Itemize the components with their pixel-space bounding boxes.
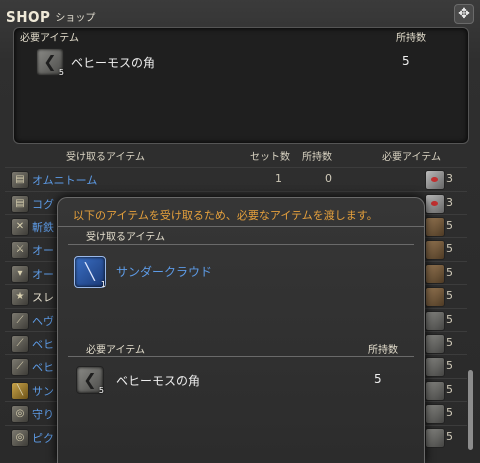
col-set: セット数 [250, 152, 290, 163]
list-item-required: 5 [446, 383, 453, 396]
required-items-panel: 必要アイテム 所持数 ❮ 5 ベヒーモスの角 5 [13, 27, 469, 144]
list-item-name: オムニトーム [32, 174, 98, 187]
list-item-required: 3 [446, 172, 453, 185]
list-item-required: 5 [446, 313, 453, 326]
material-icon [425, 240, 445, 260]
staff-icon[interactable]: ╲ 1 [74, 256, 106, 289]
dialog-owned-header: 所持数 [368, 345, 398, 356]
required-item-owned: 5 [374, 372, 382, 386]
list-item-required: 5 [446, 336, 453, 349]
list-item-name: スレ [32, 291, 54, 304]
required-item-header: 必要アイテム [20, 33, 79, 44]
receive-item-name: サンダークラウド [116, 265, 213, 279]
list-item-required: 5 [446, 266, 453, 279]
required-item-name: ベヒーモスの角 [71, 56, 156, 70]
divider [58, 226, 424, 227]
list-item-name: 斬鉄 [32, 221, 54, 234]
staff-icon: ╲ [11, 382, 29, 400]
list-item-required: 5 [446, 289, 453, 302]
weapon-icon: ⟋ [11, 335, 29, 353]
horn-icon[interactable]: ❮ 5 [76, 366, 104, 395]
list-item-required: 5 [446, 359, 453, 372]
dialog-receive-header: 受け取るアイテム [86, 232, 165, 243]
list-item-required: 5 [446, 219, 453, 232]
weapon-icon: ⟋ [11, 312, 29, 330]
horn-icon [425, 334, 445, 354]
list-item-name: 守り [32, 408, 54, 421]
item-count: 5 [98, 386, 104, 395]
list-item-name: ヘヴ [32, 315, 54, 328]
dialog-required-header: 必要アイテム [86, 345, 145, 356]
list-item-name: ベヒ [32, 361, 54, 374]
list-item-name: ピク [32, 432, 54, 445]
list-item-required: 5 [446, 430, 453, 443]
item-count: 5 [58, 68, 64, 77]
weapon-icon: ⚔ [11, 241, 29, 259]
close-icon[interactable]: ✥ [454, 4, 474, 24]
book-icon: ▤ [11, 171, 29, 189]
scrollbar[interactable] [468, 370, 473, 450]
star-icon: ★ [11, 288, 29, 306]
horn-icon [425, 357, 445, 377]
list-item-set: 1 [275, 172, 282, 185]
required-item-name: ベヒーモスの角 [116, 374, 201, 388]
material-icon [425, 217, 445, 237]
item-count: 1 [100, 280, 106, 289]
list-item-required: 5 [446, 242, 453, 255]
owned-header: 所持数 [396, 33, 426, 44]
divider [68, 244, 414, 245]
ring-icon: ◎ [11, 429, 29, 447]
window-title: SHOP [6, 8, 51, 26]
list-item-name: オー [32, 268, 54, 281]
armor-icon: ▾ [11, 265, 29, 283]
horn-icon [425, 311, 445, 331]
tomestone-icon [425, 170, 445, 190]
material-icon [425, 287, 445, 307]
list-item-required: 3 [446, 196, 453, 209]
title-bar: SHOP ショップ [6, 6, 95, 26]
required-item-owned: 5 [402, 54, 410, 68]
ring-icon: ◎ [11, 405, 29, 423]
list-item[interactable]: ▤ オムニトーム 1 0 3 [5, 167, 467, 190]
tomestone-icon [425, 194, 445, 214]
sword-icon: ✕ [11, 218, 29, 236]
weapon-icon: ⟋ [11, 358, 29, 376]
col-receive: 受け取るアイテム [66, 152, 145, 163]
dialog-message: 以下のアイテムを受け取るため、必要なアイテムを渡します。 [73, 209, 378, 222]
material-icon [425, 264, 445, 284]
horn-icon [425, 404, 445, 424]
list-item-name: オー [32, 244, 54, 257]
window-subtitle: ショップ [55, 13, 96, 24]
horn-icon [425, 381, 445, 401]
confirm-dialog: 以下のアイテムを受け取るため、必要なアイテムを渡します。 受け取るアイテム ╲ … [57, 197, 425, 463]
book-icon: ▤ [11, 195, 29, 213]
divider [68, 356, 414, 357]
list-item-name: サン [32, 385, 54, 398]
list-item-name: ベヒ [32, 338, 54, 351]
horn-icon [425, 428, 445, 448]
col-owned: 所持数 [302, 152, 332, 163]
list-item-owned: 0 [325, 172, 332, 185]
list-item-required: 5 [446, 406, 453, 419]
horn-icon[interactable]: ❮ 5 [36, 48, 64, 77]
list-item-name: コグ [32, 198, 54, 211]
col-required: 必要アイテム [382, 152, 441, 163]
shop-window: SHOP ショップ ✥ 必要アイテム 所持数 ❮ 5 ベヒーモスの角 5 受け取… [0, 0, 480, 463]
